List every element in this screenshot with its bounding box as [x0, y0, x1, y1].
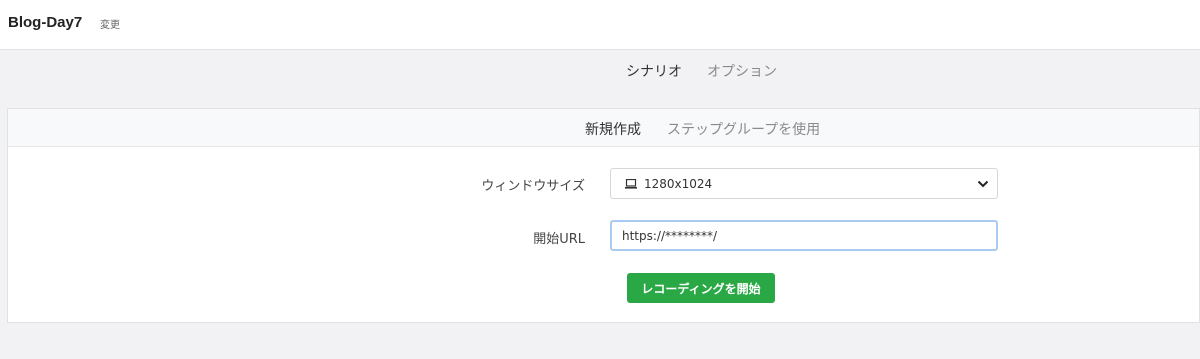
- main-tabs: シナリオ オプション: [0, 51, 1200, 89]
- tab-new[interactable]: 新規作成: [585, 119, 641, 139]
- tab-options[interactable]: オプション: [707, 61, 777, 81]
- window-size-value: 1280x1024: [644, 177, 713, 191]
- laptop-icon: [625, 179, 637, 189]
- tab-scenario[interactable]: シナリオ: [626, 61, 682, 81]
- window-size-select[interactable]: 1280x1024: [610, 168, 998, 199]
- chevron-down-icon: [977, 180, 989, 188]
- window-size-label: ウィンドウサイズ: [481, 179, 585, 194]
- sub-tabs: 新規作成 ステップグループを使用: [8, 109, 1199, 147]
- start-url-input[interactable]: [610, 220, 998, 251]
- start-recording-button[interactable]: レコーディングを開始: [627, 273, 775, 303]
- recording-panel: 新規作成 ステップグループを使用 ウィンドウサイズ 1280x1024 開始UR…: [7, 108, 1200, 323]
- top-bar: Blog-Day7 変更: [0, 0, 1200, 50]
- change-link[interactable]: 変更: [100, 16, 120, 31]
- project-title: Blog-Day7: [8, 14, 83, 31]
- tab-use-step-group[interactable]: ステップグループを使用: [667, 119, 820, 139]
- start-url-label: 開始URL: [533, 232, 585, 247]
